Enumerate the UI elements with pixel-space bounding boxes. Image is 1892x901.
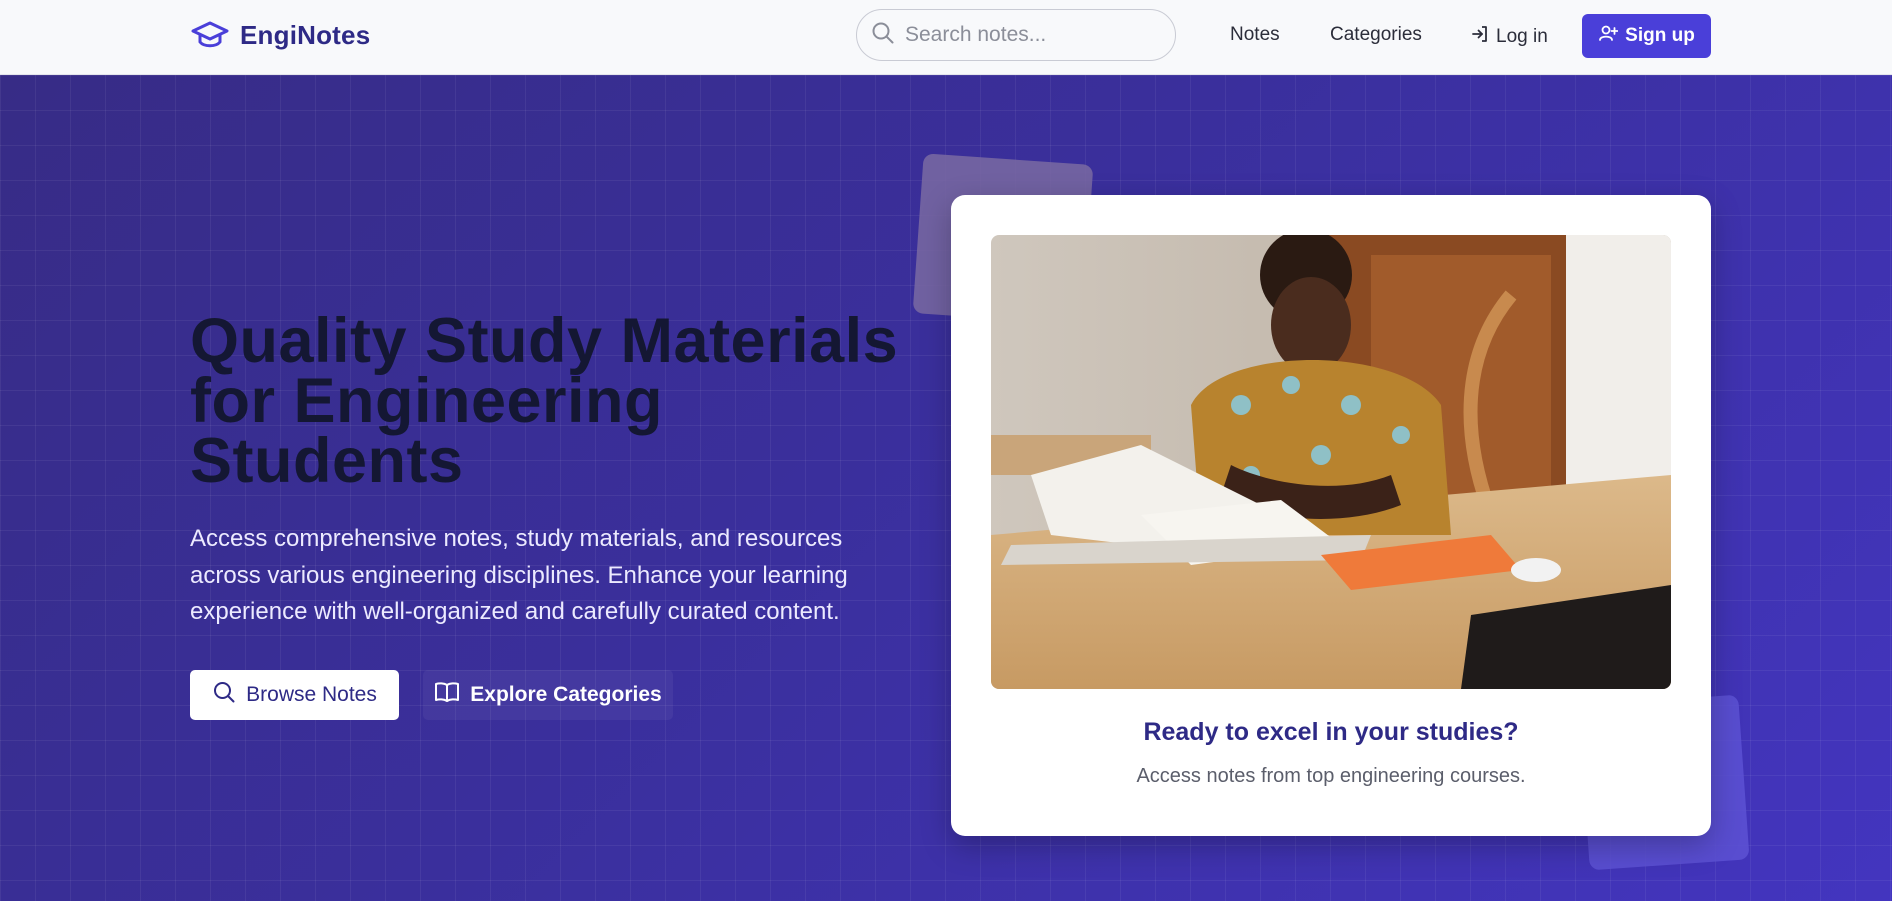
hero-card: Ready to excel in your studies? Access n…: [951, 195, 1711, 836]
nav-link-notes[interactable]: Notes: [1230, 24, 1280, 46]
brand-name: EngiNotes: [240, 19, 371, 50]
student-reading-photo: [991, 235, 1671, 689]
card-title: Ready to excel in your studies?: [1143, 718, 1519, 746]
user-plus-icon: [1598, 23, 1619, 49]
search-icon: [871, 21, 895, 50]
brand-logo[interactable]: EngiNotes: [190, 18, 370, 52]
signup-label: Sign up: [1625, 25, 1695, 46]
hero-headline: Quality Study Materials for Engineering …: [190, 310, 910, 493]
headline-line-3: Students: [190, 426, 464, 496]
hero-section: Quality Study Materials for Engineering …: [0, 75, 1892, 901]
signup-button[interactable]: Sign up: [1582, 14, 1711, 58]
login-link[interactable]: Log in: [1470, 24, 1548, 50]
card-subtitle: Access notes from top engineering course…: [1136, 765, 1526, 787]
log-in-icon: [1470, 24, 1490, 50]
browse-notes-label: Browse Notes: [246, 683, 377, 706]
explore-categories-button[interactable]: Explore Categories: [423, 670, 673, 720]
open-book-icon: [434, 680, 460, 710]
search-input[interactable]: [905, 23, 1155, 47]
search-icon: [212, 680, 236, 710]
nav-link-categories[interactable]: Categories: [1330, 24, 1422, 46]
explore-categories-label: Explore Categories: [470, 683, 662, 706]
search-box[interactable]: [856, 9, 1176, 61]
hero-description: Access comprehensive notes, study materi…: [190, 525, 848, 625]
browse-notes-button[interactable]: Browse Notes: [190, 670, 399, 720]
login-label: Log in: [1496, 26, 1548, 47]
graduation-cap-icon: [190, 18, 230, 52]
top-navbar: EngiNotes Notes Categories Log in: [0, 0, 1892, 75]
